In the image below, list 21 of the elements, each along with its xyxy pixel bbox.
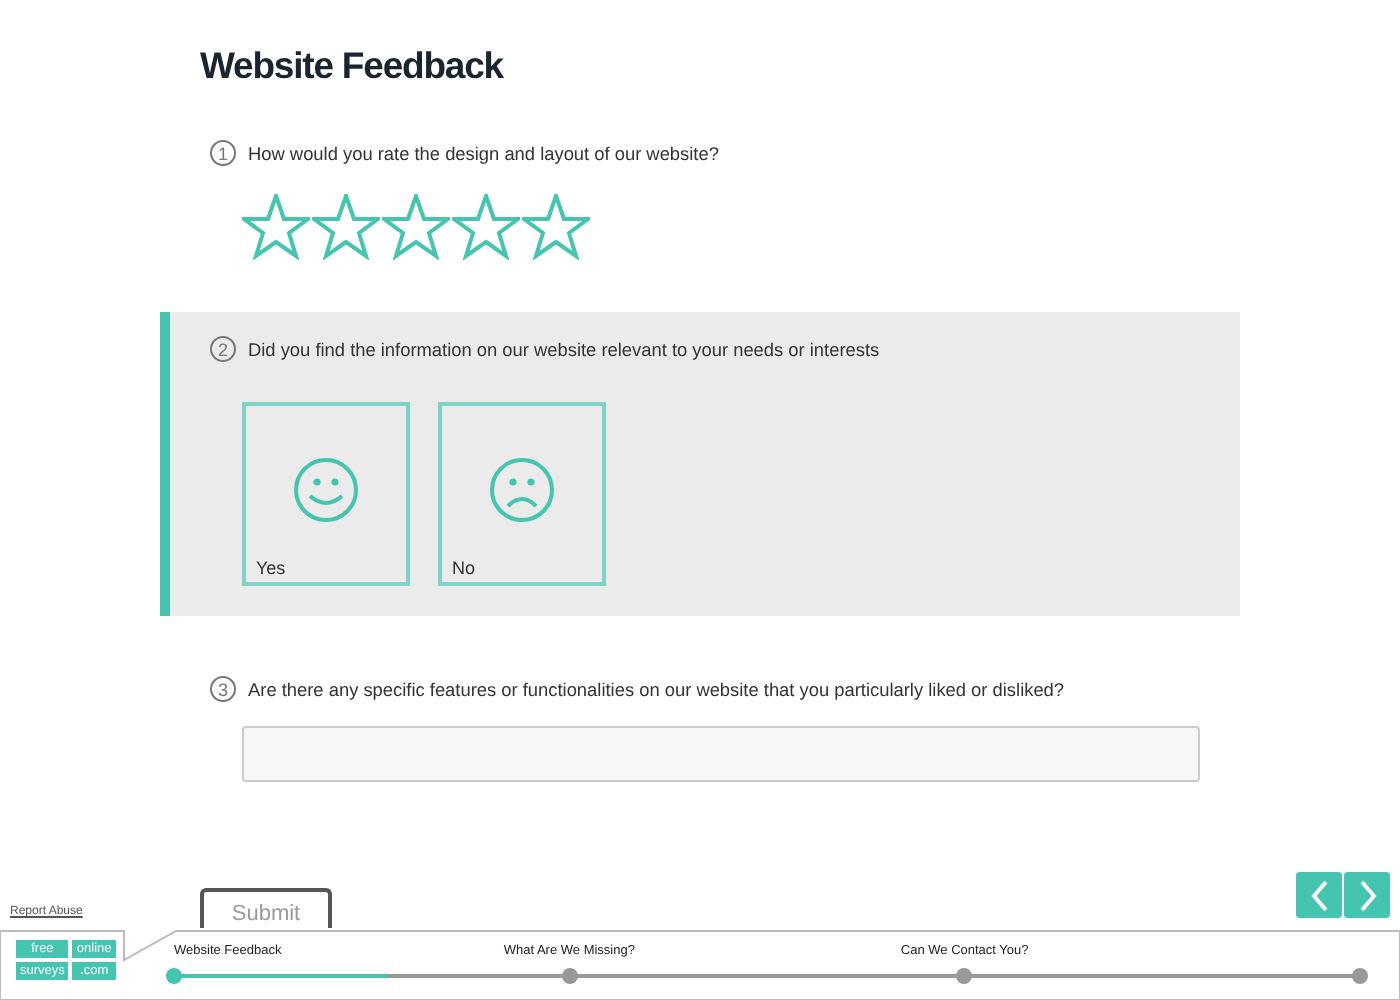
smiley-face-icon [292,456,360,524]
previous-button[interactable] [1296,872,1342,918]
question-number: 1 [210,140,236,166]
answer-option[interactable]: No [438,402,606,586]
star-icon[interactable] [522,194,590,260]
star-icon[interactable] [382,194,450,260]
answer-field[interactable] [242,726,1200,782]
sad-face-icon [488,456,556,524]
question-number: 2 [210,336,236,362]
next-button[interactable] [1344,872,1390,918]
question-text: How would you rate the design and layout of our website? [248,143,719,163]
question-text: Are there any specific features or functionalities on our website that you particularly liked or disliked? [248,679,1065,699]
question-text: Did you find the information on our website relevant to your needs or interests [248,339,880,359]
chevron-right-icon [1357,879,1377,911]
star-icon[interactable] [312,194,380,260]
answer-option[interactable]: Yes [242,402,410,586]
chevron-left-icon [1309,879,1329,911]
question-number: 3 [210,676,236,702]
star-icon[interactable] [452,194,520,260]
star-icon[interactable] [242,194,310,260]
page-title: Website Feedback [200,44,503,88]
